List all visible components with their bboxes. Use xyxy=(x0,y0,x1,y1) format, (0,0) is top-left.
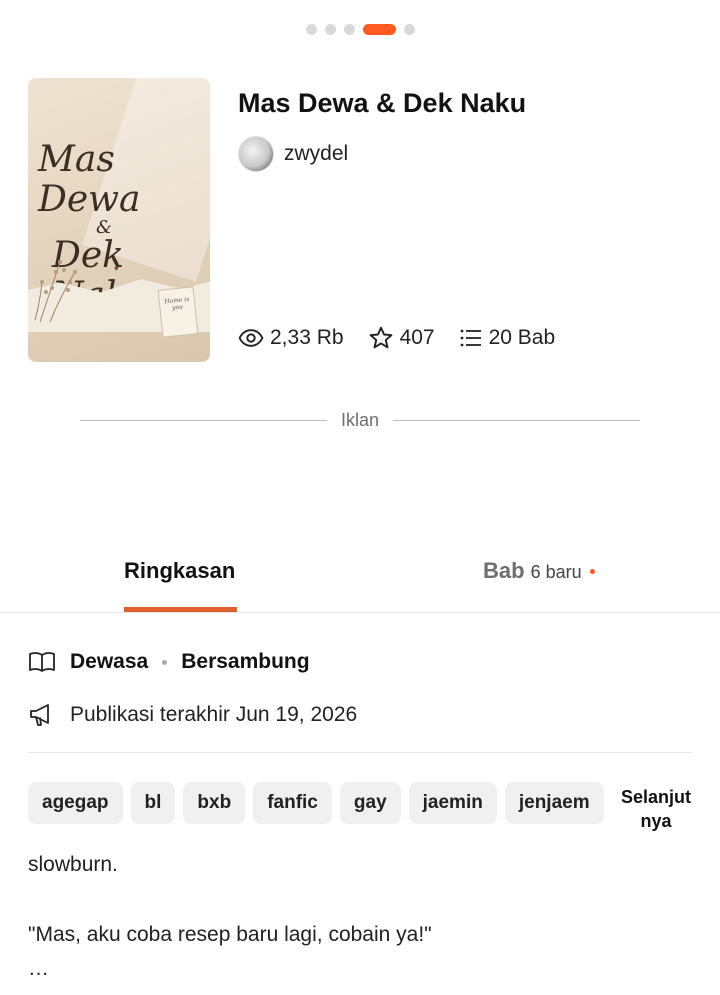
chapters-count: 20 Bab xyxy=(488,326,556,349)
ad-label: Iklan xyxy=(340,410,380,430)
carousel-dot-active[interactable] xyxy=(362,24,396,35)
description-line: "Mas, aku coba resep baru lagi, cobain y… xyxy=(28,923,432,946)
description-ellipsis[interactable]: … xyxy=(28,954,692,984)
carousel-dot[interactable] xyxy=(324,24,336,35)
list-icon xyxy=(460,329,481,347)
eye-icon xyxy=(238,329,264,347)
tag-chip[interactable]: bxb xyxy=(183,782,246,824)
cover-note: Home is you xyxy=(157,286,199,338)
megaphone-icon xyxy=(30,704,49,726)
ad-divider: Iklan xyxy=(80,410,640,431)
new-chapters-count: 6 baru xyxy=(530,562,582,582)
last-published-text: Publikasi terakhir Jun 19, 2026 xyxy=(70,703,358,726)
section-divider xyxy=(28,752,692,753)
tag-chip[interactable]: fanfic xyxy=(253,782,332,824)
tab-chapters-label: Bab xyxy=(483,558,525,583)
new-indicator-dot xyxy=(589,569,595,574)
author-row[interactable]: zwydel xyxy=(238,136,348,172)
cover-heart-icon: ♥ xyxy=(114,264,119,273)
tag-chip[interactable]: bl xyxy=(130,782,176,824)
description-line: slowburn. xyxy=(28,853,118,876)
last-published-row: Publikasi terakhir Jun 19, 2026 xyxy=(28,702,357,728)
tag-chip[interactable]: agegap xyxy=(28,782,123,824)
carousel-dot[interactable] xyxy=(343,24,355,35)
tag-chip[interactable]: gay xyxy=(339,782,401,824)
votes-stat: 407 xyxy=(368,325,435,351)
tab-chapters[interactable]: Bab 6 baru xyxy=(483,558,595,584)
separator-dot xyxy=(162,659,168,665)
active-tab-indicator xyxy=(124,607,237,612)
book-open-icon xyxy=(29,652,55,672)
carousel-indicator xyxy=(0,24,720,35)
book-cover[interactable]: Mas Dewa & Dek Naku ♥ Home is you xyxy=(28,78,210,362)
book-meta: Dewasa Bersambung xyxy=(28,650,310,674)
cover-twigs-illustration xyxy=(34,260,77,322)
more-tags-button[interactable]: Selanjutnya xyxy=(620,785,692,833)
tab-summary[interactable]: Ringkasan xyxy=(124,558,235,584)
author-avatar[interactable] xyxy=(238,136,274,172)
divider-line xyxy=(393,420,640,421)
divider-line xyxy=(80,420,327,421)
author-name[interactable]: zwydel xyxy=(284,142,348,166)
book-description: slowburn. "Mas, aku coba resep baru lagi… xyxy=(28,850,692,995)
star-icon xyxy=(369,326,392,349)
chapters-stat: 20 Bab xyxy=(459,326,556,350)
mature-rating: Dewasa xyxy=(70,650,149,673)
completion-status: Bersambung xyxy=(181,650,310,673)
tab-bar: Ringkasan Bab 6 baru xyxy=(0,556,720,613)
tag-chip[interactable]: jenjaem xyxy=(504,782,604,824)
carousel-dot[interactable] xyxy=(305,24,317,35)
views-count: 2,33 Rb xyxy=(270,326,344,349)
tag-chip[interactable]: jaemin xyxy=(408,782,497,824)
book-title: Mas Dewa & Dek Naku xyxy=(238,88,527,118)
tag-list: agegap bl bxb fanfic gay jaemin jenjaem xyxy=(28,782,604,824)
votes-count: 407 xyxy=(399,326,435,349)
views-stat: 2,33 Rb xyxy=(238,325,344,351)
carousel-dot[interactable] xyxy=(403,24,415,35)
book-stats: 2,33 Rb 407 20 Bab xyxy=(238,325,555,351)
